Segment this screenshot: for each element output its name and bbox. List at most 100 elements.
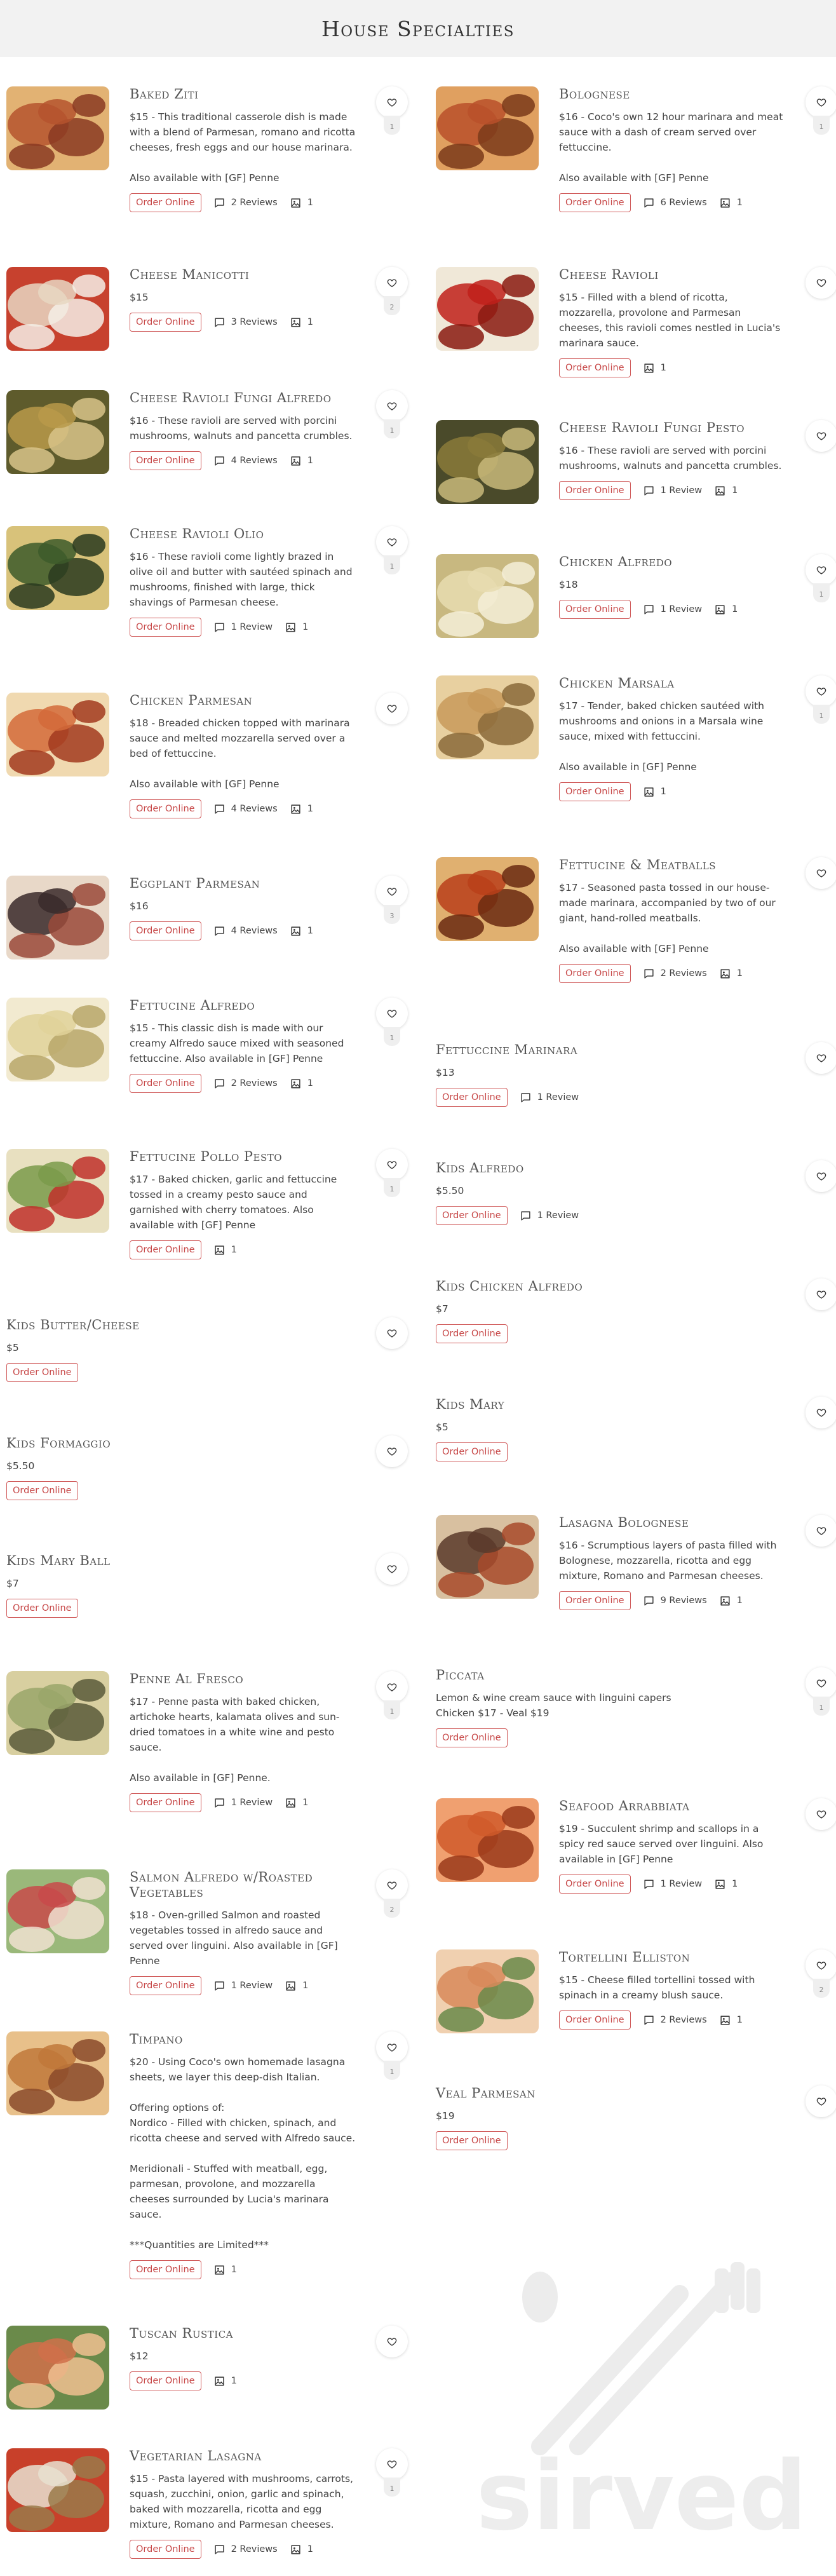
cheese-ravioli-olio-photo[interactable] bbox=[6, 526, 109, 610]
order-online-button[interactable]: Order Online bbox=[559, 1591, 631, 1610]
order-online-button[interactable]: Order Online bbox=[130, 2540, 201, 2559]
order-online-button[interactable]: Order Online bbox=[6, 1599, 78, 1618]
order-online-button[interactable]: Order Online bbox=[559, 481, 631, 500]
eggplant-parmesan-photo[interactable] bbox=[6, 876, 109, 959]
order-online-button[interactable]: Order Online bbox=[130, 313, 201, 332]
reviews-link[interactable]: 3 Reviews bbox=[214, 317, 278, 328]
reviews-link[interactable]: 2 Reviews bbox=[644, 968, 707, 979]
order-online-button[interactable]: Order Online bbox=[130, 1240, 201, 1259]
like-button[interactable] bbox=[376, 1869, 408, 1901]
fettucine-meatballs-photo[interactable] bbox=[436, 857, 539, 941]
order-online-button[interactable]: Order Online bbox=[130, 451, 201, 470]
photos-link[interactable]: 1 bbox=[290, 926, 313, 937]
salmon-alfredo-photo[interactable] bbox=[6, 1869, 109, 1953]
photos-link[interactable]: 1 bbox=[290, 317, 313, 328]
like-button[interactable] bbox=[806, 554, 836, 586]
like-button[interactable] bbox=[806, 1278, 836, 1310]
reviews-link[interactable]: 1 Review bbox=[644, 485, 702, 496]
photos-link[interactable]: 1 bbox=[644, 787, 666, 797]
order-online-button[interactable]: Order Online bbox=[130, 193, 201, 212]
like-button[interactable] bbox=[806, 675, 836, 707]
like-button[interactable] bbox=[806, 857, 836, 889]
like-button[interactable] bbox=[806, 1042, 836, 1074]
penne-al-fresco-photo[interactable] bbox=[6, 1671, 109, 1755]
like-button[interactable] bbox=[806, 1160, 836, 1192]
photos-link[interactable]: 1 bbox=[720, 2015, 743, 2026]
order-online-button[interactable]: Order Online bbox=[130, 2371, 201, 2390]
reviews-link[interactable]: 1 Review bbox=[214, 1798, 273, 1808]
like-button[interactable] bbox=[376, 526, 408, 558]
photos-link[interactable]: 1 bbox=[214, 2376, 237, 2387]
photos-link[interactable]: 1 bbox=[290, 1078, 313, 1089]
photos-link[interactable]: 1 bbox=[715, 604, 738, 615]
photos-link[interactable]: 1 bbox=[715, 1879, 738, 1890]
photos-link[interactable]: 1 bbox=[290, 198, 313, 208]
photos-link[interactable]: 1 bbox=[285, 622, 308, 633]
reviews-link[interactable]: 1 Review bbox=[644, 604, 702, 615]
order-online-button[interactable]: Order Online bbox=[436, 1206, 508, 1225]
reviews-link[interactable]: 2 Reviews bbox=[214, 198, 278, 208]
like-button[interactable] bbox=[806, 1798, 836, 1830]
reviews-link[interactable]: 2 Reviews bbox=[214, 2544, 278, 2555]
like-button[interactable] bbox=[376, 1317, 408, 1349]
order-online-button[interactable]: Order Online bbox=[559, 2010, 631, 2030]
chicken-marsala-photo[interactable] bbox=[436, 675, 539, 759]
fettucine-pollo-pesto-photo[interactable] bbox=[6, 1149, 109, 1233]
vegetarian-lasagna-photo[interactable] bbox=[6, 2448, 109, 2532]
bolognese-photo[interactable] bbox=[436, 86, 539, 170]
reviews-link[interactable]: 1 Review bbox=[520, 1092, 579, 1103]
like-button[interactable] bbox=[376, 86, 408, 118]
reviews-link[interactable]: 2 Reviews bbox=[214, 1078, 278, 1089]
like-button[interactable] bbox=[806, 267, 836, 299]
like-button[interactable] bbox=[376, 876, 408, 907]
tortellini-elliston-photo[interactable] bbox=[436, 1949, 539, 2033]
photos-link[interactable]: 1 bbox=[290, 2544, 313, 2555]
reviews-link[interactable]: 1 Review bbox=[214, 622, 273, 633]
order-online-button[interactable]: Order Online bbox=[436, 1324, 508, 1343]
like-button[interactable] bbox=[376, 1671, 408, 1703]
baked-ziti-photo[interactable] bbox=[6, 86, 109, 170]
like-button[interactable] bbox=[376, 998, 408, 1029]
reviews-link[interactable]: 1 Review bbox=[644, 1879, 702, 1890]
reviews-link[interactable]: 9 Reviews bbox=[644, 1596, 707, 1606]
like-button[interactable] bbox=[806, 86, 836, 118]
like-button[interactable] bbox=[376, 1149, 408, 1181]
reviews-link[interactable]: 6 Reviews bbox=[644, 198, 707, 208]
photos-link[interactable]: 1 bbox=[644, 363, 666, 374]
photos-link[interactable]: 1 bbox=[285, 1798, 308, 1808]
order-online-button[interactable]: Order Online bbox=[6, 1481, 78, 1500]
reviews-link[interactable]: 4 Reviews bbox=[214, 804, 278, 815]
order-online-button[interactable]: Order Online bbox=[130, 799, 201, 818]
reviews-link[interactable]: 1 Review bbox=[520, 1210, 579, 1221]
photos-link[interactable]: 1 bbox=[715, 485, 738, 496]
like-button[interactable] bbox=[376, 2031, 408, 2063]
like-button[interactable] bbox=[806, 2085, 836, 2117]
like-button[interactable] bbox=[806, 1515, 836, 1547]
order-online-button[interactable]: Order Online bbox=[559, 358, 631, 377]
photos-link[interactable]: 1 bbox=[214, 2265, 237, 2275]
order-online-button[interactable]: Order Online bbox=[130, 1976, 201, 1995]
cheese-ravioli-photo[interactable] bbox=[436, 267, 539, 351]
order-online-button[interactable]: Order Online bbox=[130, 921, 201, 940]
order-online-button[interactable]: Order Online bbox=[559, 600, 631, 619]
like-button[interactable] bbox=[376, 2448, 408, 2480]
like-button[interactable] bbox=[806, 1949, 836, 1981]
photos-link[interactable]: 1 bbox=[285, 1981, 308, 1991]
seafood-arrabbiata-photo[interactable] bbox=[436, 1798, 539, 1882]
tuscan-rustica-photo[interactable] bbox=[6, 2326, 109, 2410]
like-button[interactable] bbox=[376, 1553, 408, 1585]
photos-link[interactable]: 1 bbox=[720, 1596, 743, 1606]
like-button[interactable] bbox=[376, 1435, 408, 1467]
photos-link[interactable]: 1 bbox=[720, 198, 743, 208]
photos-link[interactable]: 1 bbox=[214, 1245, 237, 1256]
timpano-photo[interactable] bbox=[6, 2031, 109, 2115]
cheese-ravioli-fungi-pesto-photo[interactable] bbox=[436, 420, 539, 504]
cheese-manicotti-photo[interactable] bbox=[6, 267, 109, 351]
photos-link[interactable]: 1 bbox=[290, 804, 313, 815]
chicken-alfredo-photo[interactable] bbox=[436, 554, 539, 638]
order-online-button[interactable]: Order Online bbox=[559, 964, 631, 983]
order-online-button[interactable]: Order Online bbox=[130, 1074, 201, 1093]
reviews-link[interactable]: 4 Reviews bbox=[214, 456, 278, 466]
like-button[interactable] bbox=[806, 1397, 836, 1428]
cheese-ravioli-fungi-alfredo-photo[interactable] bbox=[6, 390, 109, 474]
